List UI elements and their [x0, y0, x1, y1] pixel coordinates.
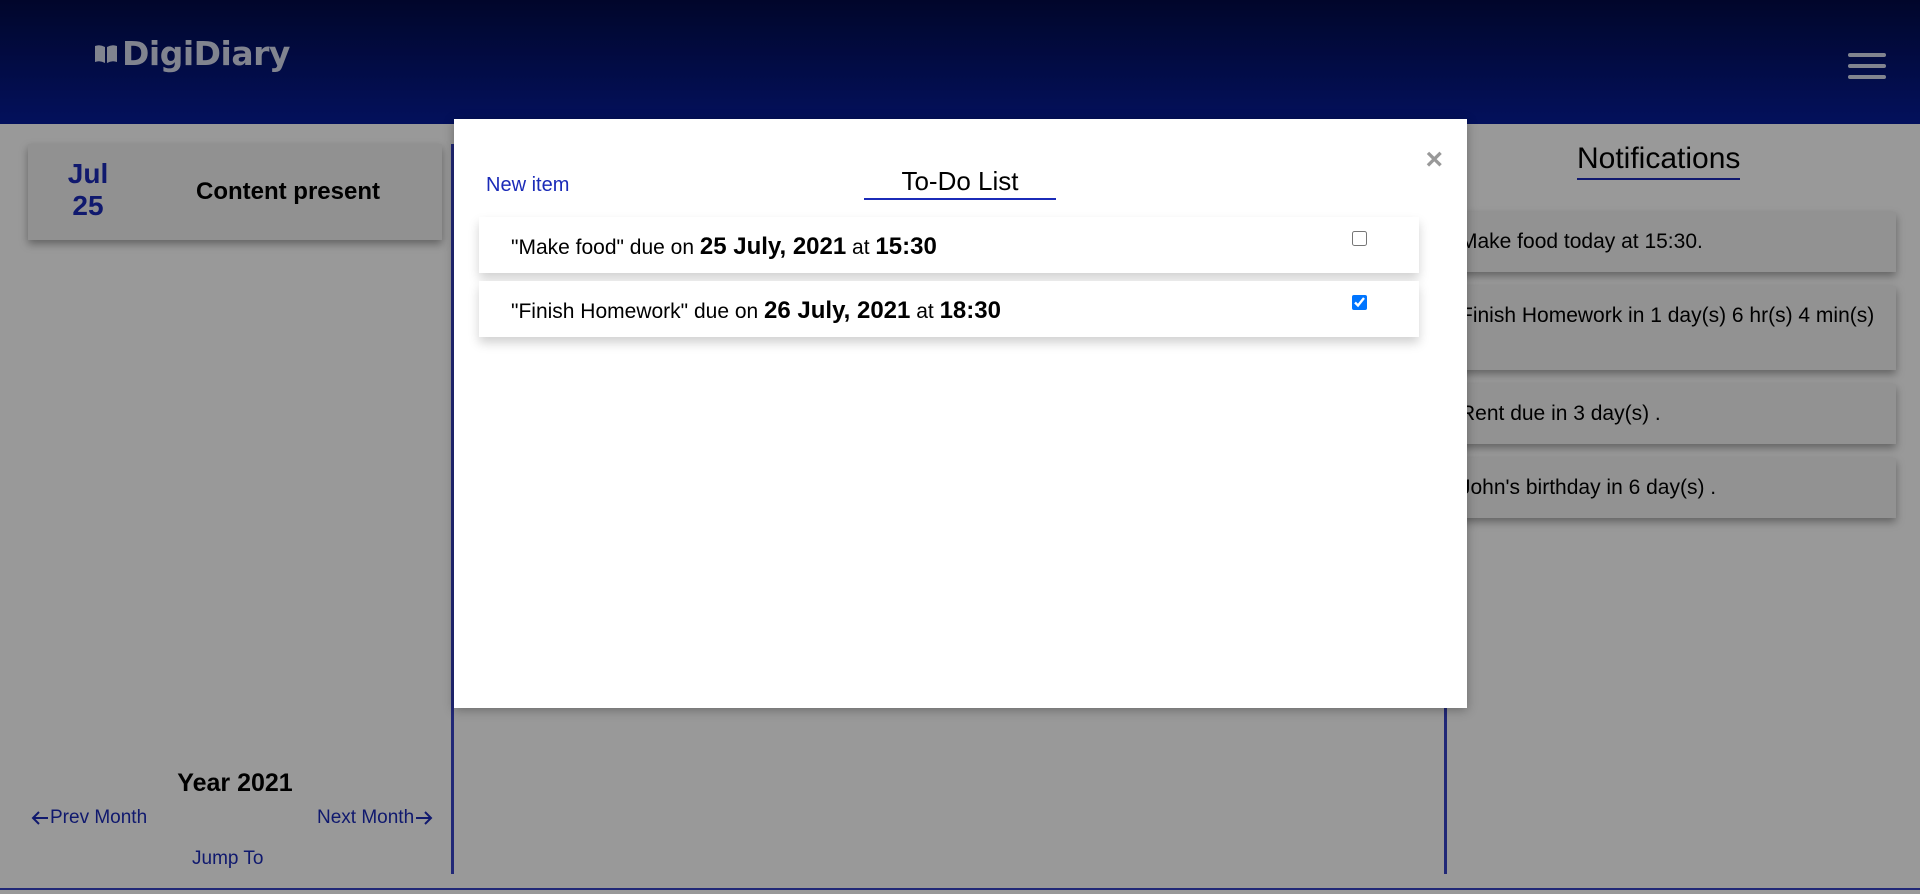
todo-modal: × New item To-Do List "Make food" due on… — [454, 119, 1467, 708]
todo-due-word: due on — [623, 236, 700, 259]
todo-list: "Make food" due on 25 July, 2021 at 15:3… — [479, 217, 1419, 345]
todo-text: "Finish Homework" due on 26 July, 2021 a… — [511, 297, 1001, 325]
todo-text: "Make food" due on 25 July, 2021 at 15:3… — [511, 233, 937, 261]
todo-checkbox[interactable] — [1352, 231, 1367, 246]
new-item-button[interactable]: New item — [486, 174, 569, 197]
todo-due-word: due on — [688, 300, 765, 323]
todo-item: "Make food" due on 25 July, 2021 at 15:3… — [479, 217, 1419, 273]
close-icon[interactable]: × — [1425, 145, 1443, 175]
todo-name: "Make food" — [511, 236, 624, 259]
todo-item: "Finish Homework" due on 26 July, 2021 a… — [479, 281, 1419, 337]
todo-time: 15:30 — [875, 233, 937, 260]
todo-at-word: at — [846, 236, 876, 259]
todo-date: 26 July, 2021 — [764, 297, 911, 324]
todo-at-word: at — [910, 300, 940, 323]
todo-time: 18:30 — [939, 297, 1001, 324]
todo-date: 25 July, 2021 — [699, 233, 847, 260]
todo-name: "Finish Homework" — [511, 300, 689, 323]
modal-title: To-Do List — [864, 166, 1056, 200]
todo-checkbox[interactable] — [1352, 295, 1367, 310]
